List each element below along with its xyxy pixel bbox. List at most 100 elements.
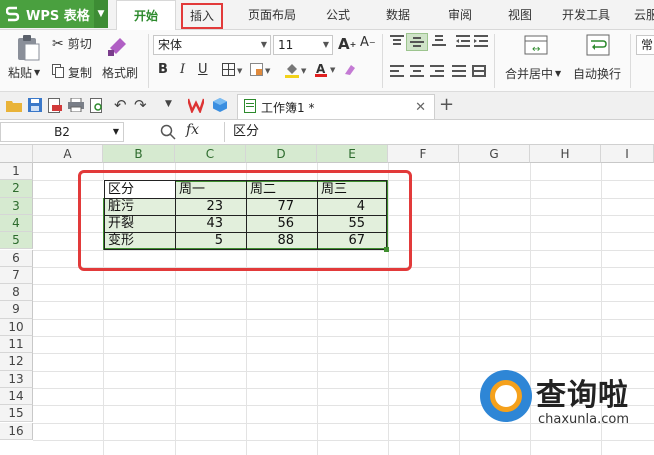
merge-center-icon[interactable]: ↔ — [524, 33, 548, 57]
distributed-icon[interactable] — [472, 65, 486, 77]
align-center-icon[interactable] — [410, 65, 424, 77]
undo-icon[interactable]: ↶ — [114, 96, 127, 114]
row-header[interactable]: 1 — [0, 163, 33, 181]
chevron-down-icon[interactable]: ▼ — [94, 0, 108, 28]
tab-view[interactable]: 视图 — [500, 0, 540, 30]
function-icon[interactable]: fx — [186, 122, 199, 138]
number-format-select[interactable]: 常 — [636, 35, 654, 55]
gridline — [33, 301, 654, 303]
copy-icon — [52, 64, 64, 81]
name-box[interactable]: B2 ▼ — [0, 122, 124, 142]
row-header[interactable]: 3 — [0, 197, 33, 215]
column-header[interactable]: B — [103, 145, 175, 163]
ribbon-separator — [494, 34, 495, 88]
column-header[interactable]: E — [317, 145, 388, 163]
format-painter-icon[interactable] — [104, 34, 130, 58]
merge-center-button[interactable]: 合并居中 ▼ — [505, 65, 561, 82]
ribbon: 粘贴 ▼ ✂ 剪切 复制 格式刷 宋体 ▼ 11 ▼ A + A − B I U ▼ … — [0, 30, 654, 92]
tab-data[interactable]: 数据 — [378, 0, 418, 30]
row-header[interactable]: 11 — [0, 336, 33, 354]
svg-text:▼: ▼ — [330, 66, 336, 74]
tab-review[interactable]: 审阅 — [440, 0, 480, 30]
app-menu-button[interactable]: WPS 表格 ▼ — [0, 0, 108, 28]
italic-button[interactable]: I — [180, 62, 185, 77]
paste-button[interactable] — [10, 34, 46, 65]
quick-access-bar: ↶ ↷ ▼ 工作簿1 * ✕ + — [0, 92, 654, 120]
column-header[interactable]: C — [175, 145, 246, 163]
tab-cloud[interactable]: 云服 — [626, 0, 654, 30]
close-icon[interactable]: ✕ — [415, 100, 426, 115]
bold-button[interactable]: B — [158, 62, 168, 77]
paste-label-button[interactable]: 粘贴 ▼ — [8, 64, 40, 81]
customize-toolbar-icon[interactable]: ▼ — [165, 99, 172, 109]
cube-icon[interactable] — [212, 97, 228, 113]
tab-page-layout[interactable]: 页面布局 — [240, 0, 304, 30]
borders-icon[interactable]: ▼ — [222, 63, 244, 77]
indent-icon[interactable] — [474, 35, 488, 47]
watermark-url: chaxunla.com — [538, 412, 629, 427]
open-folder-icon[interactable] — [6, 98, 22, 112]
zoom-search-icon[interactable] — [160, 124, 176, 140]
column-header[interactable]: G — [459, 145, 530, 163]
tab-developer[interactable]: 开发工具 — [556, 0, 616, 30]
fill-color-icon[interactable]: ▼ — [284, 63, 310, 79]
row-header[interactable]: 14 — [0, 387, 33, 406]
wps-w-logo-icon[interactable] — [188, 97, 204, 113]
font-color-icon[interactable]: A ▼ — [314, 62, 340, 78]
row-header[interactable]: 2 — [0, 180, 33, 198]
format-painter-button[interactable]: 格式刷 — [102, 64, 138, 81]
row-header[interactable]: 6 — [0, 249, 33, 267]
select-all-corner[interactable] — [0, 145, 33, 163]
row-header[interactable]: 5 — [0, 232, 33, 250]
tab-formulas[interactable]: 公式 — [318, 0, 358, 30]
column-header[interactable]: H — [530, 145, 601, 163]
align-middle-icon[interactable] — [406, 33, 428, 51]
underline-button[interactable]: U — [198, 62, 208, 77]
column-header[interactable]: F — [388, 145, 459, 163]
tab-insert[interactable]: 插入 — [181, 3, 223, 29]
formula-input[interactable]: 区分 — [224, 122, 654, 142]
clear-format-icon[interactable] — [342, 62, 358, 78]
row-header[interactable]: 12 — [0, 353, 33, 371]
row-header[interactable]: 9 — [0, 301, 33, 319]
wrap-text-icon[interactable] — [586, 33, 610, 57]
copy-button[interactable]: 复制 — [52, 64, 92, 81]
decrease-font-icon[interactable]: A − — [360, 35, 376, 50]
align-right-icon[interactable] — [430, 65, 444, 77]
chevron-down-icon: ▼ — [260, 40, 267, 49]
wrap-text-button[interactable]: 自动换行 — [573, 65, 621, 82]
new-tab-icon[interactable]: + — [439, 94, 454, 115]
redo-icon[interactable]: ↷ — [134, 96, 147, 114]
chevron-down-icon: ▼ — [112, 127, 119, 136]
row-header[interactable]: 7 — [0, 266, 33, 285]
ribbon-separator — [630, 34, 631, 88]
column-header[interactable]: I — [601, 145, 654, 163]
tab-home[interactable]: 开始 — [116, 0, 176, 31]
font-size-select[interactable]: 11 ▼ — [273, 35, 333, 55]
row-header[interactable]: 16 — [0, 422, 33, 440]
increase-font-icon[interactable]: A + — [338, 35, 356, 53]
font-family-select[interactable]: 宋体 ▼ — [153, 35, 271, 55]
row-header[interactable]: 13 — [0, 370, 33, 388]
align-bottom-icon[interactable] — [432, 35, 446, 47]
align-top-icon[interactable] — [390, 35, 404, 47]
row-header[interactable]: 4 — [0, 214, 33, 233]
column-header[interactable]: D — [246, 145, 317, 163]
wrap-text-label: 自动换行 — [573, 67, 622, 81]
export-pdf-icon[interactable] — [48, 98, 62, 114]
cut-button[interactable]: ✂ 剪切 — [52, 35, 92, 52]
align-left-icon[interactable] — [390, 65, 404, 77]
gridline — [33, 284, 654, 286]
justify-icon[interactable] — [452, 65, 466, 77]
print-icon[interactable] — [68, 98, 84, 112]
document-tab[interactable]: 工作簿1 * ✕ — [237, 94, 435, 119]
row-header[interactable]: 15 — [0, 405, 33, 423]
print-preview-icon[interactable] — [90, 98, 104, 114]
column-header[interactable]: A — [33, 145, 103, 163]
copy-label: 复制 — [68, 66, 93, 80]
outdent-icon[interactable] — [456, 35, 470, 47]
cell-style-icon[interactable]: ▼ — [250, 63, 274, 77]
row-header[interactable]: 10 — [0, 318, 33, 336]
save-icon[interactable] — [28, 98, 42, 112]
row-header[interactable]: 8 — [0, 284, 33, 302]
